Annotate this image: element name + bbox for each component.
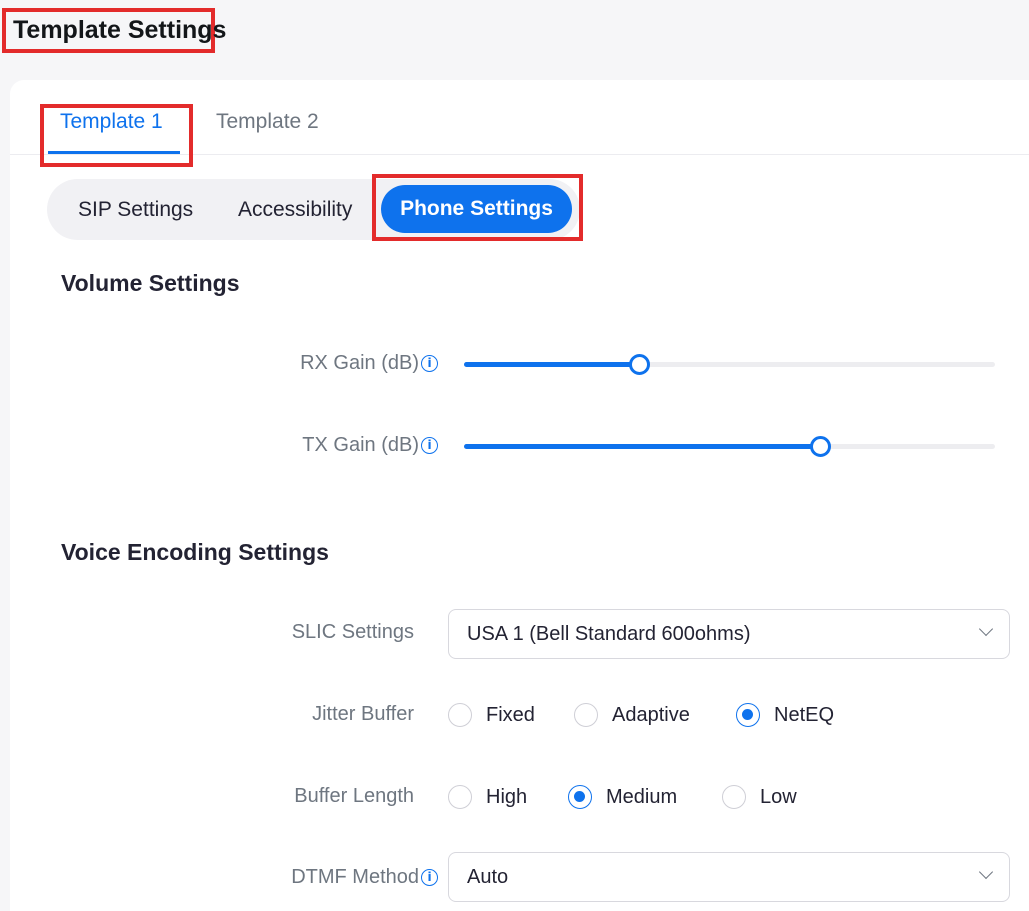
- jitter-radio-neteq[interactable]: NetEQ: [736, 703, 834, 727]
- settings-card: Template 1 Template 2 SIP Settings Acces…: [10, 80, 1029, 911]
- rx-gain-label-row: RX Gain (dB) i: [300, 352, 438, 375]
- template-tabs: Template 1 Template 2: [10, 80, 1029, 167]
- tx-gain-label: TX Gain (dB): [302, 434, 419, 456]
- volume-settings-title: Volume Settings: [61, 270, 240, 296]
- voice-encoding-title: Voice Encoding Settings: [61, 539, 329, 565]
- slider-fill: [464, 362, 640, 367]
- radio-label: High: [486, 785, 528, 808]
- radio-label: Medium: [606, 785, 678, 808]
- jitter-radio-adaptive[interactable]: Adaptive: [574, 703, 690, 727]
- slider-handle[interactable]: [809, 436, 831, 457]
- radio-label: Adaptive: [612, 703, 690, 726]
- segment-accessibility[interactable]: Accessibility: [238, 198, 352, 222]
- highlight-box-tab: [40, 104, 193, 167]
- rx-gain-slider[interactable]: [464, 354, 995, 375]
- buffer-length-label: Buffer Length: [294, 785, 414, 807]
- chevron-down-icon: [978, 621, 994, 637]
- dtmf-method-label: DTMF Method: [291, 866, 419, 888]
- radio-label: NetEQ: [774, 703, 835, 726]
- tx-gain-slider[interactable]: [464, 436, 995, 457]
- info-icon[interactable]: i: [421, 869, 438, 887]
- slic-settings-select[interactable]: USA 1 (Bell Standard 600ohms): [448, 609, 1010, 659]
- radio-label: Low: [760, 785, 797, 808]
- buffer-radio-medium[interactable]: Medium: [568, 785, 677, 809]
- dtmf-method-select[interactable]: Auto: [448, 852, 1010, 902]
- radio-circle: [448, 785, 472, 809]
- info-icon[interactable]: i: [421, 355, 438, 373]
- slic-settings-value: USA 1 (Bell Standard 600ohms): [467, 623, 751, 645]
- radio-circle: [574, 703, 598, 727]
- radio-circle: [736, 703, 760, 727]
- tx-gain-label-row: TX Gain (dB) i: [302, 434, 438, 457]
- dtmf-method-label-row: DTMF Method i: [291, 866, 438, 889]
- slider-handle[interactable]: [629, 354, 651, 375]
- page-title: Template Settings: [2, 8, 226, 53]
- tab-template-2[interactable]: Template 2: [216, 110, 319, 134]
- radio-label: Fixed: [486, 703, 535, 726]
- buffer-radio-low[interactable]: Low: [722, 785, 797, 809]
- info-icon[interactable]: i: [421, 437, 438, 455]
- radio-circle: [568, 785, 592, 809]
- radio-circle: [448, 703, 472, 727]
- highlight-box-segment: [372, 174, 583, 241]
- jitter-buffer-label: Jitter Buffer: [312, 703, 414, 725]
- dtmf-method-value: Auto: [467, 866, 509, 888]
- slider-fill: [464, 444, 820, 449]
- buffer-radio-high[interactable]: High: [448, 785, 527, 809]
- slic-settings-label: SLIC Settings: [291, 621, 414, 643]
- jitter-radio-fixed[interactable]: Fixed: [448, 703, 535, 727]
- radio-circle: [722, 785, 746, 809]
- segment-sip-settings[interactable]: SIP Settings: [78, 198, 193, 222]
- chevron-down-icon: [978, 864, 994, 880]
- rx-gain-label: RX Gain (dB): [300, 352, 419, 374]
